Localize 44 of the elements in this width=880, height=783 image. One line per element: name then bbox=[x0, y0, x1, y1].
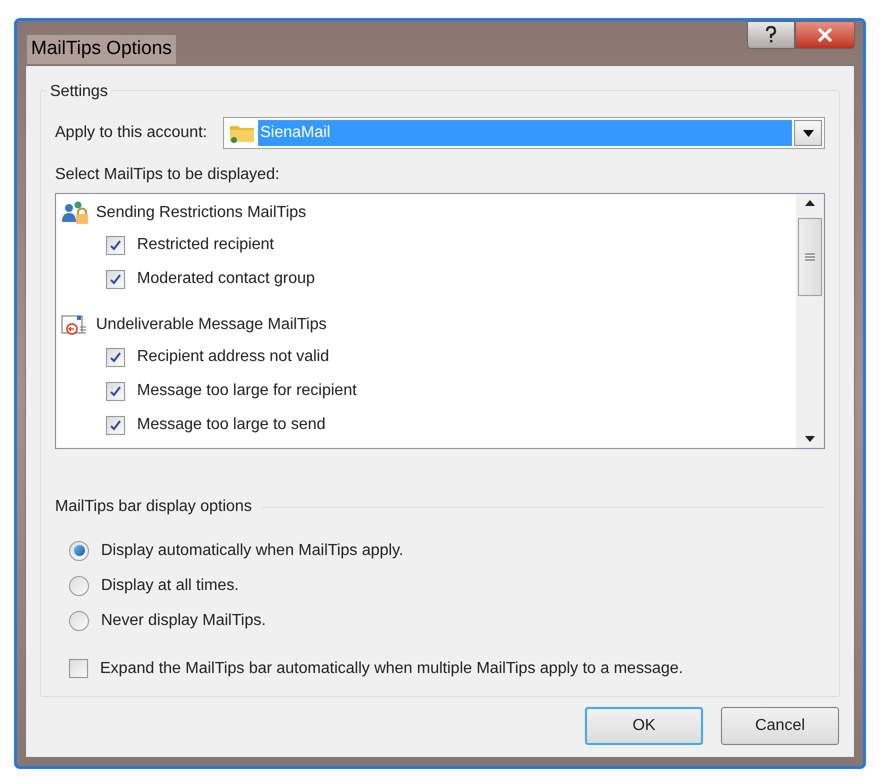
window-title: MailTips Options bbox=[27, 35, 176, 64]
checkbox[interactable] bbox=[106, 416, 125, 434]
people-lock-icon bbox=[60, 200, 90, 226]
check-icon bbox=[109, 384, 122, 398]
dropdown-value: SienaMail bbox=[258, 120, 792, 146]
ok-button[interactable]: OK bbox=[585, 707, 703, 745]
grip-icon bbox=[805, 253, 815, 261]
help-icon bbox=[764, 26, 778, 44]
group-heading: Undeliverable Message MailTips bbox=[96, 315, 327, 335]
checkbox-label: Restricted recipient bbox=[137, 235, 274, 255]
cancel-button[interactable]: Cancel bbox=[721, 707, 839, 745]
scroll-down-arrow-icon[interactable] bbox=[805, 436, 815, 442]
checkbox-label: Recipient address not valid bbox=[137, 347, 330, 367]
radio-button[interactable] bbox=[69, 576, 89, 596]
radio-label: Display automatically when MailTips apply. bbox=[101, 540, 404, 560]
check-icon bbox=[109, 418, 122, 432]
checkbox-label: Moderated contact group bbox=[137, 269, 315, 289]
scrollbar[interactable] bbox=[796, 194, 824, 448]
checkbox[interactable] bbox=[69, 659, 88, 678]
list-label: Select MailTips to be displayed: bbox=[55, 165, 280, 185]
group-heading: Sending Restrictions MailTips bbox=[96, 203, 306, 223]
scroll-up-arrow-icon[interactable] bbox=[805, 200, 815, 206]
section-title: MailTips bar display options bbox=[55, 497, 252, 517]
checkbox-label: Message too large for recipient bbox=[137, 381, 357, 401]
checkbox-label: Expand the MailTips bar automatically when multiple MailTips apply to a message. bbox=[100, 658, 684, 678]
checkbox-label: Message too large to send bbox=[137, 415, 326, 435]
dropdown-arrow-button[interactable] bbox=[794, 120, 822, 146]
radio-label: Display at all times. bbox=[101, 576, 239, 596]
checkbox[interactable] bbox=[106, 348, 125, 366]
radio-label: Never display MailTips. bbox=[101, 610, 266, 630]
radio-button[interactable] bbox=[69, 540, 89, 560]
radio-button[interactable] bbox=[69, 610, 89, 630]
checkbox[interactable] bbox=[106, 382, 125, 400]
field-label: Apply to this account: bbox=[55, 123, 208, 143]
scroll-thumb[interactable] bbox=[798, 218, 822, 296]
check-icon bbox=[109, 272, 122, 286]
check-icon bbox=[109, 238, 122, 252]
caret-icon bbox=[802, 130, 814, 136]
close-button[interactable] bbox=[795, 21, 855, 49]
checkbox[interactable] bbox=[106, 236, 125, 254]
help-button[interactable] bbox=[747, 21, 795, 49]
close-icon bbox=[817, 28, 833, 42]
check-icon bbox=[109, 350, 122, 364]
checkbox[interactable] bbox=[106, 270, 125, 288]
